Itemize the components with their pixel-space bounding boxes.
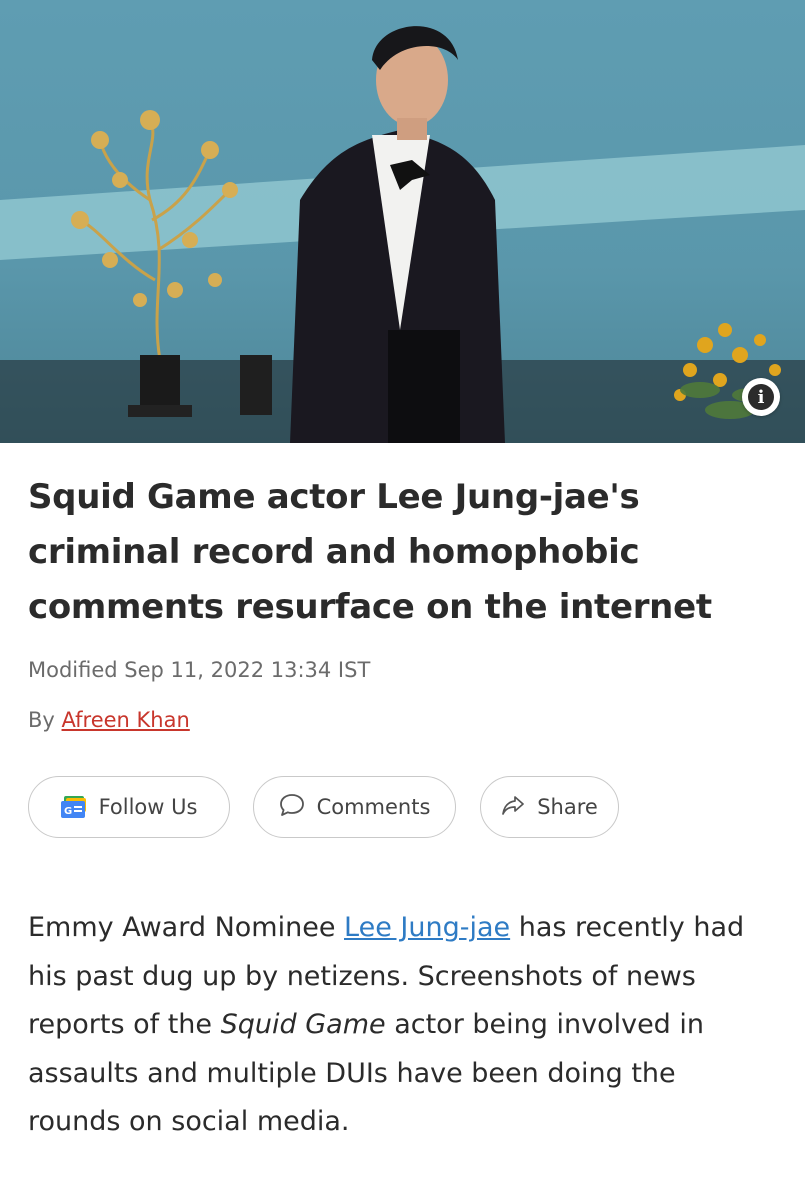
google-news-icon: G [60,796,87,818]
article-body-paragraph: Emmy Award Nominee Lee Jung-jae has rece… [28,904,776,1147]
image-info-button[interactable]: i [742,378,780,416]
follow-us-button[interactable]: G Follow Us [28,776,230,838]
lee-jung-jae-link[interactable]: Lee Jung-jae [344,912,510,943]
author-link[interactable]: Afreen Khan [62,708,190,732]
svg-text:G: G [64,806,72,817]
info-icon: i [748,384,774,410]
byline-prefix: By [28,708,55,732]
share-label: Share [537,795,598,819]
modified-date: Modified Sep 11, 2022 13:34 IST [28,658,371,682]
article-headline: Squid Game actor Lee Jung-jae's criminal… [28,477,712,627]
comments-button[interactable]: Comments [253,776,456,838]
squid-game-title: Squid Game [220,1009,386,1040]
comments-label: Comments [316,795,431,819]
hero-image: i [0,0,805,443]
share-arrow-icon [501,794,525,821]
follow-us-label: Follow Us [98,795,198,819]
share-button[interactable]: Share [480,776,619,838]
body-intro: Emmy Award Nominee [28,912,345,943]
speech-bubble-icon [279,793,305,822]
hero-photo-illustration [0,26,805,443]
byline: By Afreen Khan [28,708,190,732]
